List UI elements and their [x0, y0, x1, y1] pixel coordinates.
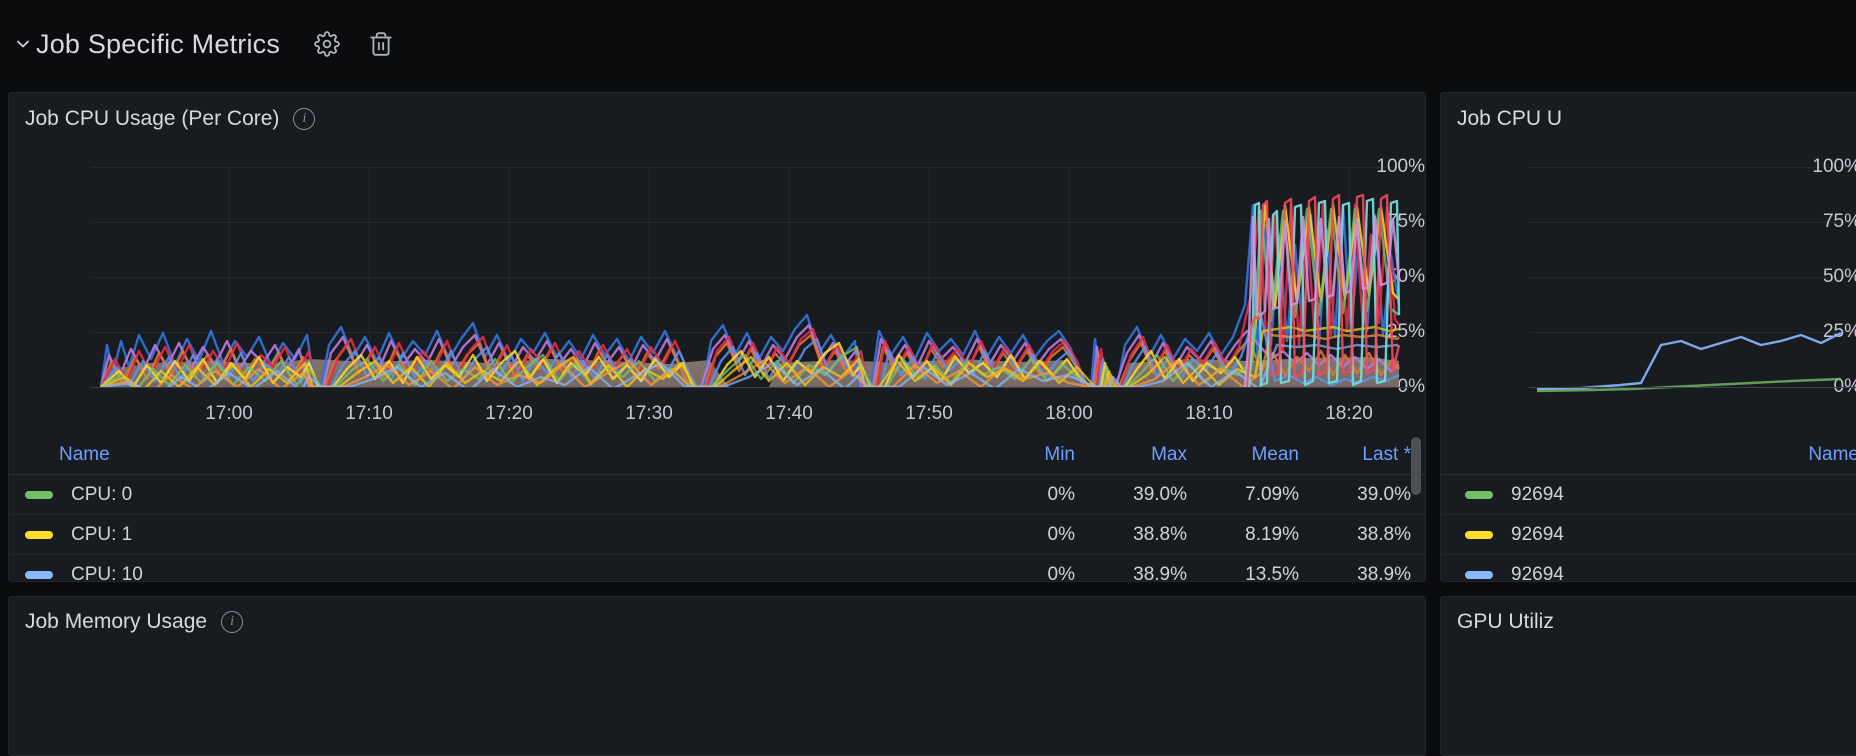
row-title: Job Specific Metrics: [36, 28, 281, 59]
info-circle-icon[interactable]: i: [293, 108, 316, 130]
legend-row[interactable]: CPU: 10 0% 38.9% 13.5% 38.9%: [9, 555, 1425, 582]
x-axis-tick: 17:00: [205, 403, 253, 424]
series-color-swatch[interactable]: [25, 570, 53, 579]
gear-icon[interactable]: [314, 31, 340, 57]
legend-series-name[interactable]: 92694: [1441, 563, 1856, 582]
panel-title: GPU Utiliz: [1457, 610, 1554, 633]
legend-row[interactable]: 92694: [1441, 475, 1856, 515]
panel-job-memory-usage[interactable]: Job Memory Usage i: [8, 596, 1426, 756]
series-color-swatch[interactable]: [25, 530, 53, 539]
legend-series-label: CPU: 10: [71, 563, 143, 582]
panel-header[interactable]: Job CPU U: [1441, 93, 1856, 145]
legend-col-mean[interactable]: Mean: [1201, 444, 1313, 466]
panel-header[interactable]: GPU Utiliz: [1441, 597, 1856, 647]
series-line: [1536, 377, 1842, 393]
timeseries-plot[interactable]: 100% 75% 50% 25% 0%: [9, 145, 1425, 435]
legend-cell-max: 39.0%: [1133, 483, 1187, 505]
legend-series-label: 92694: [1511, 523, 1564, 545]
legend-cell-last: 39.0%: [1357, 483, 1411, 505]
legend-series-label: 92694: [1511, 483, 1564, 505]
series-color-swatch[interactable]: [1465, 570, 1493, 579]
legend-cell-mean: 13.5%: [1245, 563, 1299, 582]
x-axis-tick: 17:40: [765, 403, 813, 424]
legend-series-name[interactable]: 92694: [1441, 524, 1856, 546]
legend-series-label: 92694: [1511, 563, 1564, 582]
info-circle-icon[interactable]: i: [221, 611, 244, 633]
legend-cell-mean: 8.19%: [1245, 523, 1299, 545]
x-axis-tick: 17:10: [345, 403, 393, 424]
panel-title: Job CPU U: [1457, 107, 1563, 130]
legend-row[interactable]: CPU: 0 0% 39.0% 7.09% 39.0%: [9, 475, 1425, 515]
x-axis-tick: 17:30: [625, 403, 673, 424]
legend-row[interactable]: CPU: 1 0% 38.8% 8.19% 38.8%: [9, 515, 1425, 555]
series-canvas: [1529, 331, 1856, 393]
series-color-swatch[interactable]: [1465, 490, 1493, 499]
legend-series-label: CPU: 0: [71, 483, 133, 505]
panel-header[interactable]: Job CPU Usage (Per Core) i: [9, 93, 1425, 145]
panel-title: Job Memory Usage: [25, 610, 208, 633]
legend-col-name-label[interactable]: Name: [1808, 444, 1856, 466]
legend-cell-last: 38.8%: [1357, 523, 1411, 545]
legend-cell-min: 0%: [1047, 523, 1075, 545]
legend-series-label: CPU: 1: [71, 523, 133, 545]
legend-cell-min: 0%: [1047, 483, 1075, 505]
x-axis-tick: 17:20: [485, 403, 533, 424]
legend-scrollbar[interactable]: [1411, 437, 1421, 495]
legend-col-last[interactable]: Last *: [1313, 444, 1425, 466]
x-axis-tick: 17:50: [905, 403, 953, 424]
legend-header-row: Name Min Max Mean Last *: [9, 435, 1425, 475]
x-axis-tick: 18:00: [1045, 403, 1093, 424]
legend-cell-mean: 7.09%: [1245, 483, 1299, 505]
x-axis-tick: 18:20: [1325, 403, 1373, 424]
legend-col-min[interactable]: Min: [977, 444, 1089, 466]
timeseries-plot[interactable]: 100% 75% 50% 25% 0%: [1441, 145, 1856, 435]
panel-job-cpu-usage-right[interactable]: Job CPU U 100% 75% 50% 25% 0% Name: [1440, 92, 1856, 582]
series-color-swatch[interactable]: [1465, 530, 1493, 539]
legend-row[interactable]: 92694: [1441, 555, 1856, 582]
legend-table[interactable]: Name Min Max Mean Last * CPU: 0 0% 39.0%…: [9, 435, 1425, 582]
series-color-swatch[interactable]: [25, 490, 53, 499]
legend-col-name: Name: [1441, 444, 1856, 466]
legend-header-row: Name: [1441, 435, 1856, 475]
legend-cell-last: 38.9%: [1357, 563, 1411, 582]
legend-cell-max: 38.8%: [1133, 523, 1187, 545]
legend-row[interactable]: 92694: [1441, 515, 1856, 555]
panel-gpu-utilization[interactable]: GPU Utiliz: [1440, 596, 1856, 756]
trash-icon[interactable]: [368, 31, 394, 57]
legend-table[interactable]: Name 92694 92694 92694: [1441, 435, 1856, 582]
dashboard-row-header[interactable]: Job Specific Metrics: [0, 0, 1856, 88]
legend-col-max[interactable]: Max: [1089, 444, 1201, 466]
legend-cell-min: 0%: [1047, 563, 1075, 582]
chevron-down-icon[interactable]: [12, 33, 34, 55]
panel-title: Job CPU Usage (Per Core): [25, 107, 280, 130]
legend-series-name[interactable]: CPU: 1: [9, 524, 977, 546]
legend-cell-max: 38.9%: [1133, 563, 1187, 582]
panel-header[interactable]: Job Memory Usage i: [9, 597, 1425, 647]
legend-col-name[interactable]: Name: [9, 444, 977, 466]
legend-series-name[interactable]: CPU: 10: [9, 563, 977, 582]
x-axis-tick: 18:10: [1185, 403, 1233, 424]
legend-series-name[interactable]: 92694: [1441, 484, 1856, 506]
series-canvas: [91, 193, 1409, 388]
legend-series-name[interactable]: CPU: 0: [9, 484, 977, 506]
panel-job-cpu-usage-per-core[interactable]: Job CPU Usage (Per Core) i 100% 75% 50% …: [8, 92, 1426, 582]
